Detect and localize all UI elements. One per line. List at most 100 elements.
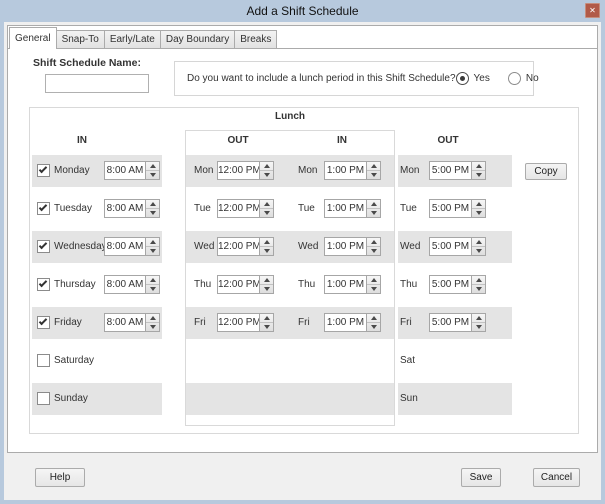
lunch-out-column-header: OUT (227, 135, 249, 146)
save-button[interactable]: Save (461, 468, 501, 487)
spin-up-icon[interactable] (472, 200, 485, 208)
spin-down-icon[interactable] (472, 208, 485, 217)
spin-up-icon[interactable] (472, 162, 485, 170)
day-label: Thursday (54, 279, 96, 290)
lunch-in-time-spinner[interactable]: 1:00 PM (324, 313, 381, 332)
in-time-spinner[interactable]: 8:00 AM (104, 275, 160, 294)
spin-up-icon[interactable] (146, 238, 159, 246)
out-time-spinner[interactable]: 5:00 PM (429, 237, 486, 256)
out-time-spinner[interactable]: 5:00 PM (429, 161, 486, 180)
in-time-spinner[interactable]: 8:00 AM (104, 237, 160, 256)
day-row: Monday 8:00 AM Mon 12:00 PM Mon 1:00 PM … (30, 152, 578, 190)
spin-down-icon[interactable] (260, 208, 273, 217)
lunch-radio-group: Yes No (455, 72, 539, 85)
lunch-in-time-spinner[interactable]: 1:00 PM (324, 161, 381, 180)
checkmark-icon (38, 278, 48, 288)
tab-snap-to[interactable]: Snap-To (55, 30, 105, 48)
spin-up-icon[interactable] (367, 162, 380, 170)
spin-up-icon[interactable] (472, 276, 485, 284)
spin-down-icon[interactable] (367, 322, 380, 331)
tab-label: General (15, 33, 51, 44)
spin-up-icon[interactable] (260, 200, 273, 208)
lunch-out-time-spinner[interactable]: 12:00 PM (217, 313, 274, 332)
spin-up-icon[interactable] (472, 238, 485, 246)
lunch-yes-radio[interactable] (455, 72, 469, 85)
spin-down-icon[interactable] (367, 246, 380, 255)
out-time-spinner[interactable]: 5:00 PM (429, 275, 486, 294)
spin-down-icon[interactable] (472, 322, 485, 331)
row-stripe-in (32, 345, 162, 377)
in-time-spinner[interactable]: 8:00 AM (104, 199, 160, 218)
shift-schedule-name-input[interactable] (45, 74, 149, 93)
spin-up-icon[interactable] (367, 200, 380, 208)
day-checkbox[interactable] (37, 202, 50, 215)
spin-down-icon[interactable] (260, 246, 273, 255)
tab-early-late[interactable]: Early/Late (103, 30, 161, 48)
day-checkbox[interactable] (37, 278, 50, 291)
cancel-button[interactable]: Cancel (533, 468, 580, 487)
lunch-in-time-spinner[interactable]: 1:00 PM (324, 237, 381, 256)
spin-down-icon[interactable] (472, 284, 485, 293)
spin-up-icon[interactable] (367, 238, 380, 246)
lunch-out-time-spinner[interactable]: 12:00 PM (217, 237, 274, 256)
spin-up-icon[interactable] (146, 276, 159, 284)
in-time-spinner[interactable]: 8:00 AM (104, 313, 160, 332)
spin-up-icon[interactable] (367, 276, 380, 284)
spin-down-icon[interactable] (260, 284, 273, 293)
spin-down-icon[interactable] (367, 170, 380, 179)
day-checkbox[interactable] (37, 164, 50, 177)
spin-down-icon[interactable] (146, 284, 159, 293)
lunch-out-time-spinner[interactable]: 12:00 PM (217, 275, 274, 294)
day-label: Monday (54, 165, 90, 176)
lunch-in-time-spinner[interactable]: 1:00 PM (324, 275, 381, 294)
spin-down-icon[interactable] (367, 284, 380, 293)
spin-down-icon[interactable] (472, 246, 485, 255)
dialog-body: General Snap-To Early/Late Day Boundary … (4, 22, 601, 500)
spin-down-icon[interactable] (146, 170, 159, 179)
spin-down-icon[interactable] (146, 208, 159, 217)
day-checkbox[interactable] (37, 354, 50, 367)
out-day-abbr: Sun (400, 393, 418, 404)
help-button[interactable]: Help (35, 468, 85, 487)
time-value: 1:00 PM (326, 241, 365, 252)
out-time-spinner[interactable]: 5:00 PM (429, 199, 486, 218)
day-checkbox[interactable] (37, 392, 50, 405)
lunch-no-radio[interactable] (507, 72, 521, 85)
lunch-yes-label: Yes (473, 73, 490, 84)
lunch-out-time-spinner[interactable]: 12:00 PM (217, 161, 274, 180)
spin-down-icon[interactable] (146, 246, 159, 255)
content-panel: General Snap-To Early/Late Day Boundary … (7, 25, 598, 453)
tab-general[interactable]: General (9, 27, 57, 49)
spin-up-icon[interactable] (367, 314, 380, 322)
spin-up-icon[interactable] (472, 314, 485, 322)
out-time-spinner[interactable]: 5:00 PM (429, 313, 486, 332)
tab-label: Early/Late (109, 34, 155, 45)
time-value: 5:00 PM (431, 203, 470, 214)
lunch-out-time-spinner[interactable]: 12:00 PM (217, 199, 274, 218)
spin-up-icon[interactable] (260, 276, 273, 284)
spin-up-icon[interactable] (146, 314, 159, 322)
out-day-abbr: Sat (400, 355, 416, 366)
close-button[interactable]: ✕ (585, 3, 600, 18)
copy-button[interactable]: Copy (525, 163, 567, 180)
spin-up-icon[interactable] (260, 314, 273, 322)
spin-down-icon[interactable] (367, 208, 380, 217)
day-checkbox[interactable] (37, 316, 50, 329)
spin-up-icon[interactable] (260, 238, 273, 246)
tab-day-boundary[interactable]: Day Boundary (159, 30, 236, 48)
lunch-in-day-abbr: Tue (298, 203, 315, 214)
spin-down-icon[interactable] (260, 322, 273, 331)
spin-down-icon[interactable] (146, 322, 159, 331)
day-row: Wednesday 8:00 AM Wed 12:00 PM Wed 1:00 … (30, 228, 578, 266)
spin-up-icon[interactable] (260, 162, 273, 170)
tab-breaks[interactable]: Breaks (234, 30, 278, 48)
spin-up-icon[interactable] (146, 200, 159, 208)
spin-up-icon[interactable] (146, 162, 159, 170)
in-time-spinner[interactable]: 8:00 AM (104, 161, 160, 180)
spin-down-icon[interactable] (472, 170, 485, 179)
day-checkbox[interactable] (37, 240, 50, 253)
spin-down-icon[interactable] (260, 170, 273, 179)
spinner-buttons (145, 162, 159, 179)
lunch-in-time-spinner[interactable]: 1:00 PM (324, 199, 381, 218)
time-value: 8:00 AM (106, 165, 144, 176)
